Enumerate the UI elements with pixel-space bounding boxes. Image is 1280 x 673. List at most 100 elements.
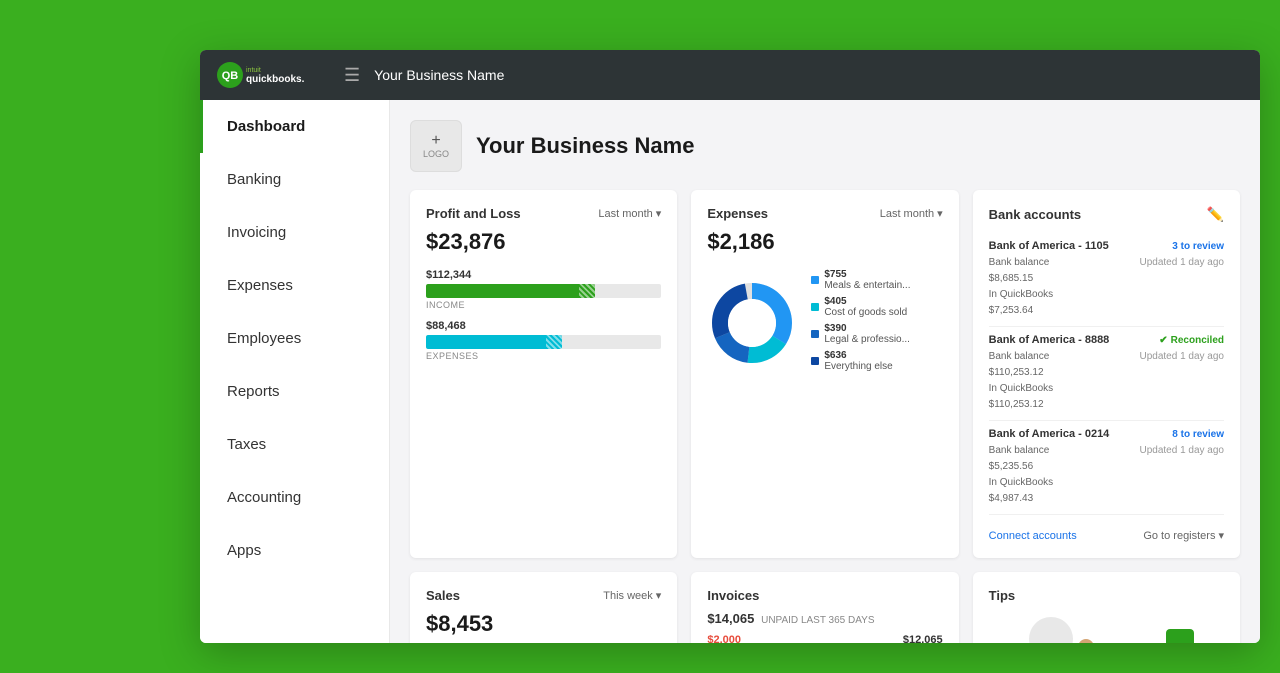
expenses-title: Expenses: [707, 206, 768, 221]
invoices-unpaid-days: LAST 365 DAYS: [801, 615, 875, 626]
pnl-bars: $112,344 INCOME $88,468: [426, 269, 661, 361]
income-bar-track: [426, 284, 661, 298]
qb-balance-3: $4,987.43: [989, 491, 1053, 507]
bank-balance-3: $5,235.56: [989, 459, 1053, 475]
sidebar-item-employees[interactable]: Employees: [200, 312, 389, 365]
checkmark-icon: ✔: [1159, 335, 1167, 346]
tips-card-header: Tips: [989, 588, 1224, 603]
bank-account-item-1: Bank of America - 1105 3 to review Bank …: [989, 233, 1224, 327]
invoices-card-header: Invoices: [707, 588, 942, 603]
expenses-donut-chart: [707, 278, 797, 368]
edit-icon[interactable]: ✏️: [1207, 206, 1224, 223]
chevron-down-icon: ▾: [1218, 529, 1224, 542]
invoices-title: Invoices: [707, 588, 759, 603]
income-bar-row: $112,344 INCOME: [426, 269, 661, 310]
expenses-card: Expenses Last month ▾ $2,186: [691, 190, 958, 558]
svg-text:intuit: intuit: [246, 67, 261, 74]
qb-label-3: In QuickBooks: [989, 475, 1053, 491]
sidebar-item-expenses[interactable]: Expenses: [200, 259, 389, 312]
svg-text:QB: QB: [222, 70, 239, 82]
sidebar-item-banking[interactable]: Banking: [200, 153, 389, 206]
bank-balance-1: $8,685.15: [989, 271, 1053, 287]
expenses-bar-track: [426, 335, 661, 349]
qb-label-2: In QuickBooks: [989, 381, 1053, 397]
pnl-card: Profit and Loss Last month ▾ $23,876 $11…: [410, 190, 677, 558]
connect-accounts-link[interactable]: Connect accounts: [989, 530, 1077, 542]
bank-account-item-3: Bank of America - 0214 8 to review Bank …: [989, 421, 1224, 515]
invoices-unpaid-label: UNPAID: [761, 615, 798, 626]
legend-dot-4: [811, 357, 819, 365]
dashboard-grid: Profit and Loss Last month ▾ $23,876 $11…: [410, 190, 1240, 643]
content-business-name: Your Business Name: [476, 133, 694, 159]
qb-logo-svg: QB intuit quickbooks.: [216, 61, 326, 89]
app-window: QB intuit quickbooks. ☰ Your Business Na…: [200, 50, 1260, 643]
qb-logo: QB intuit quickbooks.: [216, 61, 326, 89]
pnl-title: Profit and Loss: [426, 206, 521, 221]
tips-title: Tips: [989, 588, 1016, 603]
sidebar-item-accounting[interactable]: Accounting: [200, 471, 389, 524]
sidebar-item-reports[interactable]: Reports: [200, 365, 389, 418]
qb-balance-1: $7,253.64: [989, 303, 1053, 319]
bank-name-3: Bank of America - 0214: [989, 428, 1110, 440]
sales-title: Sales: [426, 588, 460, 603]
legend-dot-3: [811, 330, 819, 338]
hamburger-icon[interactable]: ☰: [344, 65, 360, 86]
expenses-content: $755 Meals & entertain... $405 Cost of g…: [707, 269, 942, 377]
sales-card-header: Sales This week ▾: [426, 588, 661, 603]
main-content: + LOGO Your Business Name Profit and Los…: [390, 100, 1260, 643]
bank-balance-label-1: Bank balance: [989, 255, 1053, 271]
bank-account-item-2: Bank of America - 8888 ✔ Reconciled Bank…: [989, 327, 1224, 421]
pnl-period[interactable]: Last month ▾: [598, 207, 661, 220]
chevron-down-icon: ▾: [656, 589, 662, 602]
expenses-bar-row: $88,468 EXPENSES: [426, 320, 661, 361]
expenses-bar-fill: [426, 335, 562, 349]
expenses-legend: $755 Meals & entertain... $405 Cost of g…: [811, 269, 910, 377]
sidebar-item-taxes[interactable]: Taxes: [200, 418, 389, 471]
tips-card: Tips: [973, 572, 1240, 643]
bank-review-link-1[interactable]: 3 to review: [1172, 241, 1224, 252]
bank-accounts-card: Bank accounts ✏️ Bank of America - 1105 …: [973, 190, 1240, 558]
income-label: INCOME: [426, 300, 661, 310]
income-value: $112,344: [426, 269, 471, 281]
expenses-period[interactable]: Last month ▾: [880, 207, 943, 220]
bank-balance-label-3: Bank balance: [989, 443, 1053, 459]
sidebar-item-apps[interactable]: Apps: [200, 524, 389, 577]
expenses-label: EXPENSES: [426, 351, 661, 361]
sidebar-item-invoicing[interactable]: Invoicing: [200, 206, 389, 259]
qb-label-1: In QuickBooks: [989, 287, 1053, 303]
bank-balance-label-2: Bank balance: [989, 349, 1053, 365]
invoices-split: $2,000 OVERDUE $12,065 NOT DUE YET: [707, 634, 942, 643]
bank-card-header: Bank accounts ✏️: [989, 206, 1224, 223]
top-nav: QB intuit quickbooks. ☰ Your Business Na…: [200, 50, 1260, 100]
legend-item-2: $405 Cost of goods sold: [811, 296, 910, 318]
sales-period[interactable]: This week ▾: [603, 589, 661, 602]
legend-item-3: $390 Legal & professio...: [811, 323, 910, 345]
logo-placeholder[interactable]: + LOGO: [410, 120, 462, 172]
nav-business-name: Your Business Name: [374, 67, 504, 83]
sidebar-item-dashboard[interactable]: Dashboard: [200, 100, 389, 153]
chevron-down-icon: ▾: [656, 207, 662, 220]
bank-title: Bank accounts: [989, 207, 1081, 222]
invoices-notdue-amount: $12,065: [882, 634, 942, 643]
expenses-value: $88,468: [426, 320, 466, 332]
bank-updated-2: Updated 1 day ago: [1139, 349, 1224, 413]
pnl-amount: $23,876: [426, 229, 661, 255]
go-registers-link[interactable]: Go to registers ▾: [1143, 529, 1224, 542]
legend-item-1: $755 Meals & entertain...: [811, 269, 910, 291]
bank-balance-2: $110,253.12: [989, 365, 1053, 381]
income-bar-fill: [426, 284, 595, 298]
bank-updated-1: Updated 1 day ago: [1139, 255, 1224, 319]
legend-dot-2: [811, 303, 819, 311]
bank-updated-3: Updated 1 day ago: [1139, 443, 1224, 507]
tips-illustration: QB: [989, 611, 1224, 643]
bank-review-link-3[interactable]: 8 to review: [1172, 429, 1224, 440]
expenses-card-header: Expenses Last month ▾: [707, 206, 942, 221]
svg-text:QB: QB: [1173, 643, 1188, 644]
legend-item-4: $636 Everything else: [811, 350, 910, 372]
legend-dot-1: [811, 276, 819, 284]
svg-text:quickbooks.: quickbooks.: [246, 74, 305, 85]
expenses-amount: $2,186: [707, 229, 942, 255]
invoices-unpaid-section: $14,065 UNPAID LAST 365 DAYS: [707, 611, 942, 626]
tips-svg: QB: [1006, 609, 1206, 644]
qb-balance-2: $110,253.12: [989, 397, 1053, 413]
